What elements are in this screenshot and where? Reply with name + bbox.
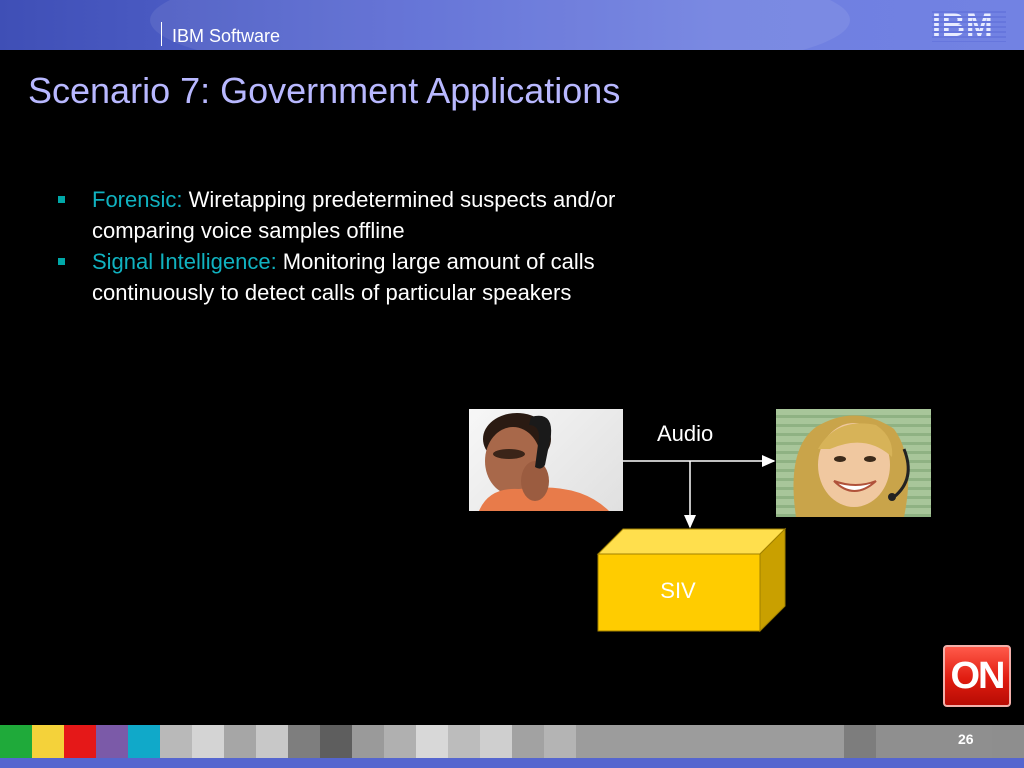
bullet-square-icon (58, 258, 65, 265)
strip-swatch (160, 725, 192, 758)
strip-swatch (352, 725, 384, 758)
strip-swatch (320, 725, 352, 758)
caller-illustration (479, 413, 609, 511)
brand-label: IBM Software (172, 26, 281, 46)
strip-swatch (256, 725, 288, 758)
strip-swatch (96, 725, 128, 758)
strip-swatch (448, 725, 480, 758)
header-bar: IBM Software IBM (0, 0, 1024, 50)
bullet-list: Forensic: Wiretapping predetermined susp… (56, 184, 716, 308)
strip-swatch (128, 725, 160, 758)
siv-label: SIV (660, 578, 696, 603)
photo-caller (469, 409, 623, 511)
bullet-item-forensic: Forensic: Wiretapping predetermined susp… (56, 184, 716, 246)
strip-swatch (32, 725, 64, 758)
strip-swatch (416, 725, 448, 758)
strip-swatch (0, 725, 32, 758)
bullet-term: Signal Intelligence: (92, 249, 277, 274)
strip-swatch (64, 725, 96, 758)
strip-swatch (288, 725, 320, 758)
strip-swatch (876, 725, 992, 758)
strip-swatch (384, 725, 416, 758)
listener-illustration (793, 415, 910, 517)
slide-title: Scenario 7: Government Applications (28, 70, 621, 111)
audio-label: Audio (657, 421, 714, 446)
strip-swatch (224, 725, 256, 758)
strip-swatch (844, 725, 876, 758)
on-demand-badge: ON (943, 645, 1011, 707)
strip-swatch (576, 725, 844, 758)
header-separator (161, 22, 162, 46)
page-number: 26 (958, 731, 974, 747)
strip-swatch (192, 725, 224, 758)
photo-listener (776, 409, 931, 517)
bullet-square-icon (58, 196, 65, 203)
footer-color-strip (0, 725, 1024, 758)
strip-swatch (480, 725, 512, 758)
bullet-term: Forensic: (92, 187, 183, 212)
strip-swatch (544, 725, 576, 758)
flow-diagram (596, 455, 787, 633)
ibm-logo: IBM (932, 8, 1006, 42)
strip-swatch (512, 725, 544, 758)
bullet-item-signal-intelligence: Signal Intelligence: Monitoring large am… (56, 246, 716, 308)
